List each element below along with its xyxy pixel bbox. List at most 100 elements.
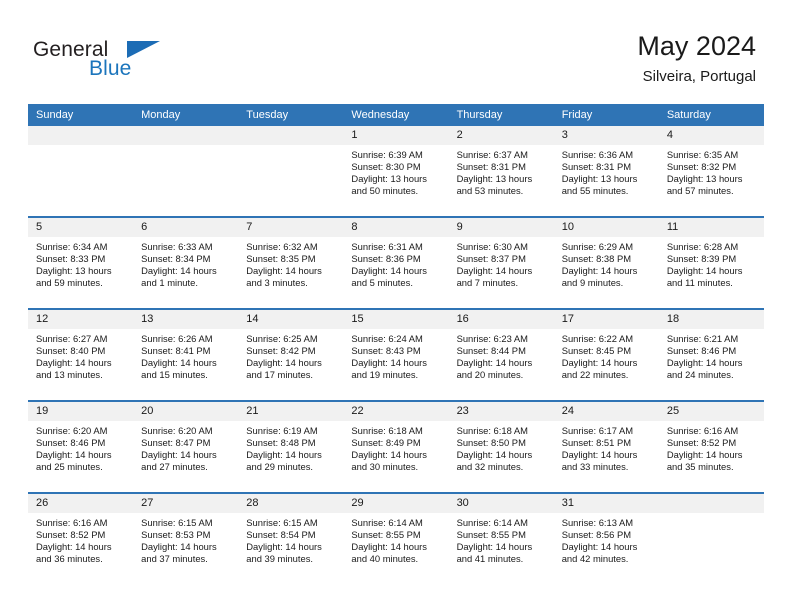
daylight-text-line2: and 19 minutes. xyxy=(351,369,419,381)
calendar-day-cell[interactable]: 27 Sunrise: 6:15 AM Sunset: 8:53 PM Dayligh… xyxy=(133,492,239,584)
calendar-day-cell[interactable]: 11 Sunrise: 6:28 AM Sunset: 8:39 PM Dayligh… xyxy=(658,216,764,309)
daylight-text-line1: Daylight: 14 hours xyxy=(456,357,533,369)
sunrise-text: Sunrise: 6:23 AM xyxy=(456,333,528,344)
calendar-day-cell[interactable]: 14 Sunrise: 6:25 AM Sunset: 8:42 PM Dayligh… xyxy=(238,308,344,401)
sun-info: Sunrise: 6:34 AM Sunset: 8:33 PM Daylight:… xyxy=(28,237,133,289)
calendar-day-cell[interactable]: 19 Sunrise: 6:20 AM Sunset: 8:46 PM Dayligh… xyxy=(28,400,134,493)
day-number: 31 xyxy=(553,494,659,513)
sunrise-text: Sunrise: 6:19 AM xyxy=(246,425,318,436)
calendar-day-cell[interactable]: 9 Sunrise: 6:30 AM Sunset: 8:37 PM Daylight… xyxy=(448,216,554,309)
day-number: 28 xyxy=(238,494,344,513)
calendar-day-cell[interactable]: 31 Sunrise: 6:13 AM Sunset: 8:56 PM Dayligh… xyxy=(553,492,659,584)
sunset-text: Sunset: 8:44 PM xyxy=(456,345,526,357)
calendar-day-cell[interactable]: 10 Sunrise: 6:29 AM Sunset: 8:38 PM Dayligh… xyxy=(553,216,659,309)
calendar-day-cell[interactable]: 3 Sunrise: 6:36 AM Sunset: 8:31 PM Daylight… xyxy=(553,126,659,217)
day-number xyxy=(133,126,239,145)
sunset-text: Sunset: 8:42 PM xyxy=(246,345,316,357)
day-number: 15 xyxy=(343,310,449,329)
weekday-header-thursday: Thursday xyxy=(448,104,554,126)
day-number: 20 xyxy=(133,402,239,421)
daylight-text-line2: and 41 minutes. xyxy=(456,553,524,565)
sun-info: Sunrise: 6:33 AM Sunset: 8:34 PM Daylight:… xyxy=(133,237,238,289)
calendar-day-cell[interactable]: 15 Sunrise: 6:24 AM Sunset: 8:43 PM Dayligh… xyxy=(343,308,449,401)
daylight-text-line2: and 33 minutes. xyxy=(561,461,629,473)
calendar-day-cell[interactable]: 21 Sunrise: 6:19 AM Sunset: 8:48 PM Dayligh… xyxy=(238,400,344,493)
daylight-text-line2: and 22 minutes. xyxy=(561,369,629,381)
day-number: 16 xyxy=(448,310,554,329)
calendar-day-cell[interactable]: 20 Sunrise: 6:20 AM Sunset: 8:47 PM Dayligh… xyxy=(133,400,239,493)
daylight-text-line1: Daylight: 14 hours xyxy=(561,357,638,369)
sunrise-text: Sunrise: 6:26 AM xyxy=(141,333,213,344)
calendar-day-cell[interactable]: 12 Sunrise: 6:27 AM Sunset: 8:40 PM Dayligh… xyxy=(28,308,134,401)
day-25: 25 Sunrise: 6:16 AM Sunset: 8:52 PM Dayligh… xyxy=(658,402,764,492)
day-4: 4 Sunrise: 6:35 AM Sunset: 8:32 PM Daylight… xyxy=(658,126,764,216)
day-number: 23 xyxy=(448,402,554,421)
day-number: 14 xyxy=(238,310,344,329)
sunset-text: Sunset: 8:43 PM xyxy=(351,345,421,357)
sunset-text: Sunset: 8:36 PM xyxy=(351,253,421,265)
sun-info: Sunrise: 6:31 AM Sunset: 8:36 PM Daylight:… xyxy=(343,237,448,289)
sunrise-text: Sunrise: 6:28 AM xyxy=(666,241,739,252)
day-number: 30 xyxy=(448,494,554,513)
sunset-text: Sunset: 8:35 PM xyxy=(246,253,316,265)
sunrise-text: Sunrise: 6:29 AM xyxy=(561,241,634,252)
day-14: 14 Sunrise: 6:25 AM Sunset: 8:42 PM Dayligh… xyxy=(238,310,344,400)
daylight-text-line2: and 15 minutes. xyxy=(141,369,208,381)
sunset-text: Sunset: 8:30 PM xyxy=(351,161,421,173)
daylight-text-line1: Daylight: 14 hours xyxy=(351,541,427,553)
sunset-text: Sunset: 8:56 PM xyxy=(561,529,632,541)
day-2: 2 Sunrise: 6:37 AM Sunset: 8:31 PM Daylight… xyxy=(448,126,554,216)
daylight-text-line2: and 39 minutes. xyxy=(246,553,313,565)
sunset-text: Sunset: 8:31 PM xyxy=(456,161,526,173)
calendar-day-cell[interactable]: 6 Sunrise: 6:33 AM Sunset: 8:34 PM Daylight… xyxy=(133,216,239,309)
sun-info: Sunrise: 6:16 AM Sunset: 8:52 PM Daylight:… xyxy=(28,513,133,565)
day-16: 16 Sunrise: 6:23 AM Sunset: 8:44 PM Dayligh… xyxy=(448,310,554,400)
daylight-text-line2: and 27 minutes. xyxy=(141,461,208,473)
calendar-day-cell[interactable]: 30 Sunrise: 6:14 AM Sunset: 8:55 PM Dayligh… xyxy=(448,492,554,584)
calendar-day-cell xyxy=(133,126,239,217)
calendar-day-cell[interactable]: 7 Sunrise: 6:32 AM Sunset: 8:35 PM Daylight… xyxy=(238,216,344,309)
calendar-day-cell[interactable]: 5 Sunrise: 6:34 AM Sunset: 8:33 PM Daylight… xyxy=(28,216,134,309)
calendar-day-cell[interactable]: 1 Sunrise: 6:39 AM Sunset: 8:30 PM Daylight… xyxy=(343,126,449,217)
sunrise-text: Sunrise: 6:13 AM xyxy=(561,517,634,528)
day-17: 17 Sunrise: 6:22 AM Sunset: 8:45 PM Dayligh… xyxy=(553,310,659,400)
sunrise-text: Sunrise: 6:34 AM xyxy=(36,241,108,252)
day-number xyxy=(238,126,344,145)
sun-info: Sunrise: 6:28 AM Sunset: 8:39 PM Daylight:… xyxy=(659,237,764,289)
day-number: 4 xyxy=(658,126,764,145)
calendar-day-cell[interactable]: 16 Sunrise: 6:23 AM Sunset: 8:44 PM Dayligh… xyxy=(448,308,554,401)
weekday-header-monday: Monday xyxy=(133,104,239,126)
calendar-day-cell[interactable]: 13 Sunrise: 6:26 AM Sunset: 8:41 PM Dayligh… xyxy=(133,308,239,401)
sunset-text: Sunset: 8:45 PM xyxy=(561,345,632,357)
sunset-text: Sunset: 8:52 PM xyxy=(666,437,737,449)
daylight-text-line2: and 50 minutes. xyxy=(351,185,419,197)
calendar-week-row: 1 Sunrise: 6:39 AM Sunset: 8:30 PM Daylight… xyxy=(28,126,764,217)
day-3: 3 Sunrise: 6:36 AM Sunset: 8:31 PM Daylight… xyxy=(553,126,659,216)
day-number: 27 xyxy=(133,494,239,513)
daylight-text-line2: and 24 minutes. xyxy=(666,369,734,381)
calendar-day-cell[interactable]: 2 Sunrise: 6:37 AM Sunset: 8:31 PM Daylight… xyxy=(448,126,554,217)
calendar-day-cell[interactable]: 22 Sunrise: 6:18 AM Sunset: 8:49 PM Dayligh… xyxy=(343,400,449,493)
sun-info: Sunrise: 6:29 AM Sunset: 8:38 PM Daylight:… xyxy=(554,237,659,289)
calendar-week-row: 26 Sunrise: 6:16 AM Sunset: 8:52 PM Dayligh… xyxy=(28,492,764,584)
calendar-day-cell[interactable]: 8 Sunrise: 6:31 AM Sunset: 8:36 PM Daylight… xyxy=(343,216,449,309)
sunrise-text: Sunrise: 6:16 AM xyxy=(666,425,739,436)
day-18: 18 Sunrise: 6:21 AM Sunset: 8:46 PM Dayligh… xyxy=(658,310,764,400)
daylight-text-line1: Daylight: 14 hours xyxy=(561,449,638,461)
daylight-text-line1: Daylight: 13 hours xyxy=(456,173,533,185)
calendar-day-cell[interactable]: 25 Sunrise: 6:16 AM Sunset: 8:52 PM Dayligh… xyxy=(658,400,764,493)
daylight-text-line2: and 13 minutes. xyxy=(36,369,103,381)
calendar-day-cell[interactable]: 18 Sunrise: 6:21 AM Sunset: 8:46 PM Dayligh… xyxy=(658,308,764,401)
sun-info: Sunrise: 6:16 AM Sunset: 8:52 PM Daylight:… xyxy=(659,421,764,473)
daylight-text-line2: and 37 minutes. xyxy=(141,553,208,565)
calendar-day-cell[interactable]: 26 Sunrise: 6:16 AM Sunset: 8:52 PM Dayligh… xyxy=(28,492,134,584)
day-number: 25 xyxy=(658,402,764,421)
calendar-day-cell[interactable]: 17 Sunrise: 6:22 AM Sunset: 8:45 PM Dayligh… xyxy=(553,308,659,401)
calendar-day-cell[interactable]: 28 Sunrise: 6:15 AM Sunset: 8:54 PM Dayligh… xyxy=(238,492,344,584)
calendar-day-cell[interactable]: 29 Sunrise: 6:14 AM Sunset: 8:55 PM Dayligh… xyxy=(343,492,449,584)
calendar-day-cell[interactable]: 4 Sunrise: 6:35 AM Sunset: 8:32 PM Daylight… xyxy=(658,126,764,217)
calendar-day-cell[interactable]: 23 Sunrise: 6:18 AM Sunset: 8:50 PM Dayligh… xyxy=(448,400,554,493)
daylight-text-line2: and 55 minutes. xyxy=(561,185,629,197)
calendar-day-cell[interactable]: 24 Sunrise: 6:17 AM Sunset: 8:51 PM Dayligh… xyxy=(553,400,659,493)
day-number: 12 xyxy=(28,310,134,329)
